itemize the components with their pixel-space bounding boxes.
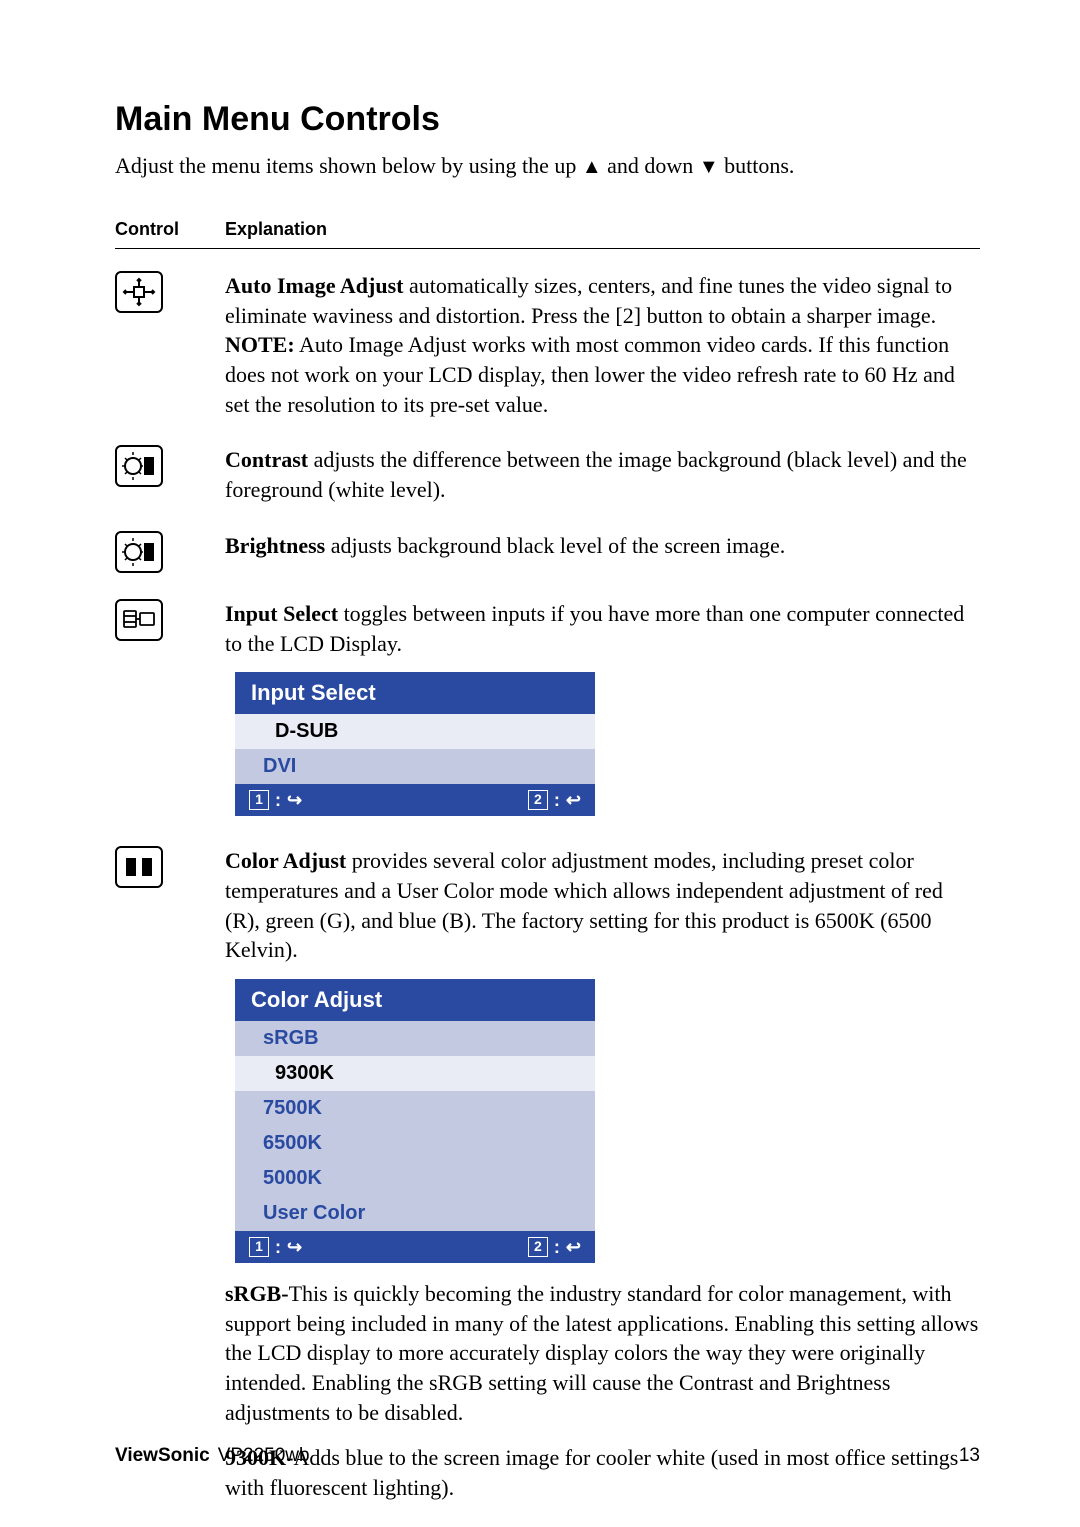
brightness-b: Brightness — [225, 533, 325, 558]
page-number: 13 — [959, 1445, 980, 1467]
osd-item-dvi: DVI — [235, 749, 595, 784]
exp-input: Input Select toggles between inputs if y… — [225, 599, 980, 820]
icon-cell — [115, 599, 225, 820]
page: Main Menu Controls Adjust the menu items… — [0, 0, 1080, 1527]
osd-key-1: 1 : ↪ — [249, 1235, 302, 1259]
row-auto-image-adjust: Auto Image Adjust automatically sizes, c… — [115, 271, 980, 419]
osd-key-2: 2 : ↩ — [528, 1235, 581, 1259]
icon-cell — [115, 531, 225, 573]
enter-icon: ↩ — [566, 788, 581, 812]
exp-contrast: Contrast adjusts the difference between … — [225, 445, 980, 504]
color-adjust-icon — [115, 846, 163, 888]
contrast-icon — [115, 445, 163, 487]
osd-footer: 1 : ↪ 2 : ↩ — [235, 784, 595, 816]
arrow-up-icon — [582, 153, 602, 178]
input-b: Input Select — [225, 601, 338, 626]
enter-icon: ↩ — [566, 1235, 581, 1259]
osd-header: Color Adjust — [235, 979, 595, 1021]
srgb-text: This is quickly becoming the industry st… — [225, 1281, 978, 1425]
icon-cell — [115, 271, 225, 419]
osd-item-9300k: 9300K — [235, 1056, 595, 1091]
intro-mid: and down — [602, 153, 699, 178]
osd-color-adjust: Color Adjust sRGB 9300K 7500K 6500K 5000… — [235, 979, 595, 1263]
osd-item-7500k: 7500K — [235, 1091, 595, 1126]
exp-auto: Auto Image Adjust automatically sizes, c… — [225, 271, 980, 419]
osd-item-dsub: D-SUB — [235, 714, 595, 749]
osd-item-srgb: sRGB — [235, 1021, 595, 1056]
osd-key-2-num: 2 — [528, 790, 548, 810]
osd-item-6500k: 6500K — [235, 1126, 595, 1161]
intro-pre: Adjust the menu items shown below by usi… — [115, 153, 582, 178]
exit-icon: ↪ — [287, 1235, 302, 1259]
osd-item-5000k: 5000K — [235, 1161, 595, 1196]
osd-key-1-num: 1 — [249, 1237, 269, 1257]
input-select-icon — [115, 599, 163, 641]
auto-note-b: NOTE: — [225, 332, 295, 357]
brightness-text: adjusts background black level of the sc… — [325, 533, 785, 558]
osd-key-2: 2 : ↩ — [528, 788, 581, 812]
osd-item-usercolor: User Color — [235, 1196, 595, 1231]
brightness-icon — [115, 531, 163, 573]
osd-key-1-num: 1 — [249, 790, 269, 810]
color-b: Color Adjust — [225, 848, 346, 873]
intro-text: Adjust the menu items shown below by usi… — [115, 153, 980, 179]
row-color-adjust: Color Adjust provides several color adju… — [115, 846, 980, 1503]
auto-note: Auto Image Adjust works with most common… — [225, 332, 955, 416]
col-control: Control — [115, 219, 225, 240]
exit-icon: ↪ — [287, 788, 302, 812]
footer-model: VP2250wb — [218, 1445, 310, 1466]
auto-image-adjust-icon — [115, 271, 163, 313]
osd-input-select: Input Select D-SUB DVI 1 : ↪ 2 : ↩ — [235, 672, 595, 816]
footer-brand: ViewSonic — [115, 1445, 210, 1466]
exp-color: Color Adjust provides several color adju… — [225, 846, 980, 1503]
contrast-text: adjusts the difference between the image… — [225, 447, 967, 502]
table-header: Control Explanation — [115, 219, 980, 249]
page-footer: ViewSonic VP2250wb 13 — [115, 1445, 980, 1467]
page-title: Main Menu Controls — [115, 100, 980, 139]
row-brightness: Brightness adjusts background black leve… — [115, 531, 980, 573]
osd-footer: 1 : ↪ 2 : ↩ — [235, 1231, 595, 1263]
icon-cell — [115, 445, 225, 504]
osd-key-2-num: 2 — [528, 1237, 548, 1257]
icon-cell — [115, 846, 225, 1503]
row-input-select: Input Select toggles between inputs if y… — [115, 599, 980, 820]
col-explanation: Explanation — [225, 219, 980, 240]
srgb-b: sRGB- — [225, 1281, 289, 1306]
auto-b: Auto Image Adjust — [225, 273, 403, 298]
osd-header: Input Select — [235, 672, 595, 714]
intro-post: buttons. — [719, 153, 795, 178]
osd-key-1: 1 : ↪ — [249, 788, 302, 812]
srgb-para: sRGB-This is quickly becoming the indust… — [225, 1279, 980, 1427]
row-contrast: Contrast adjusts the difference between … — [115, 445, 980, 504]
contrast-b: Contrast — [225, 447, 308, 472]
exp-brightness: Brightness adjusts background black leve… — [225, 531, 980, 573]
footer-left: ViewSonic VP2250wb — [115, 1445, 310, 1467]
arrow-down-icon — [699, 153, 719, 178]
